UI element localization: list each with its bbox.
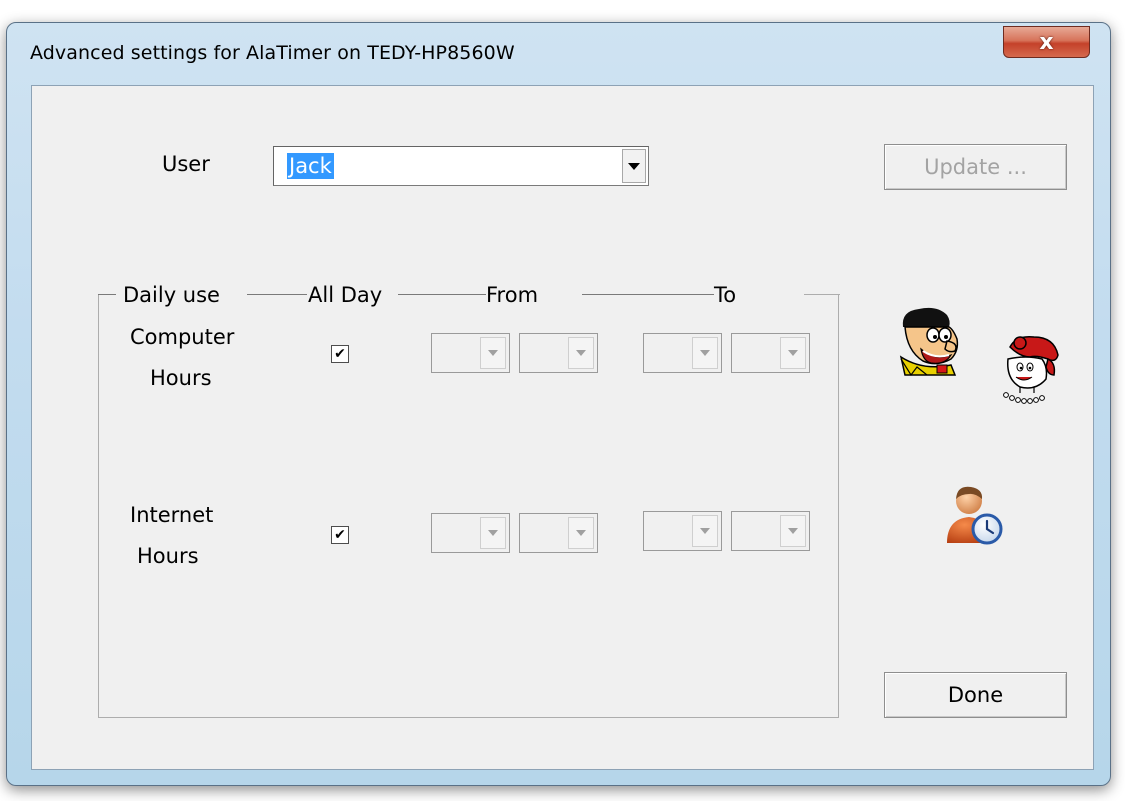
user-select[interactable]: Jack [273, 146, 649, 186]
computer-from-hour-select[interactable] [431, 333, 510, 373]
internet-hours-label-line2: Hours [137, 544, 199, 568]
checkmark-icon: ✔ [334, 527, 346, 543]
computer-hours-label-line2: Hours [150, 366, 212, 390]
chevron-down-icon [788, 350, 798, 356]
chevron-down-icon [576, 530, 586, 536]
close-icon: x [1039, 29, 1054, 55]
header-to: To [714, 283, 737, 307]
chevron-down-icon [700, 350, 710, 356]
internet-to-minute-select[interactable] [731, 511, 810, 551]
user-label: User [162, 152, 210, 176]
user-select-dropdown-button[interactable] [622, 149, 646, 183]
chevron-down-icon [488, 350, 498, 356]
computer-from-minute-select[interactable] [519, 333, 598, 373]
groupbox-top-border [247, 294, 307, 295]
dropdown-button[interactable] [692, 337, 718, 369]
update-button[interactable]: Update ... [884, 144, 1067, 190]
groupbox-top-border [582, 294, 714, 295]
fred-flintstone-icon[interactable] [893, 305, 967, 377]
header-daily-use: Daily use [123, 283, 220, 307]
chevron-down-icon [576, 350, 586, 356]
internet-to-hour-select[interactable] [643, 511, 722, 551]
internet-all-day-checkbox[interactable]: ✔ [331, 526, 349, 544]
groupbox-top-border [98, 294, 116, 295]
chevron-down-icon [488, 530, 498, 536]
computer-hours-label-line1: Computer [130, 325, 235, 349]
header-from: From [486, 283, 539, 307]
chevron-down-icon [788, 528, 798, 534]
computer-all-day-checkbox[interactable]: ✔ [331, 345, 349, 363]
internet-hours-label-line1: Internet [130, 503, 214, 527]
dropdown-button[interactable] [780, 515, 806, 547]
user-select-value: Jack [287, 153, 334, 179]
header-all-day: All Day [308, 283, 383, 307]
window-title: Advanced settings for AlaTimer on TEDY-H… [30, 42, 515, 64]
update-button-label: Update ... [924, 155, 1027, 179]
dropdown-button[interactable] [780, 337, 806, 369]
computer-to-hour-select[interactable] [643, 333, 722, 373]
close-button[interactable]: x [1003, 26, 1090, 58]
done-button-label: Done [947, 683, 1004, 707]
dropdown-button[interactable] [692, 515, 718, 547]
user-clock-icon[interactable] [945, 481, 1005, 547]
internet-from-hour-select[interactable] [431, 513, 510, 553]
internet-from-minute-select[interactable] [519, 513, 598, 553]
groupbox-top-border [398, 294, 486, 295]
dropdown-button[interactable] [480, 517, 506, 549]
dropdown-button[interactable] [568, 517, 594, 549]
groupbox-top-border [804, 294, 840, 295]
chevron-down-icon [700, 528, 710, 534]
done-button[interactable]: Done [884, 672, 1067, 718]
wilma-flintstone-icon[interactable] [998, 335, 1062, 405]
checkmark-icon: ✔ [334, 346, 346, 362]
dropdown-button[interactable] [480, 337, 506, 369]
computer-to-minute-select[interactable] [731, 333, 810, 373]
chevron-down-icon [628, 162, 640, 170]
dropdown-button[interactable] [568, 337, 594, 369]
